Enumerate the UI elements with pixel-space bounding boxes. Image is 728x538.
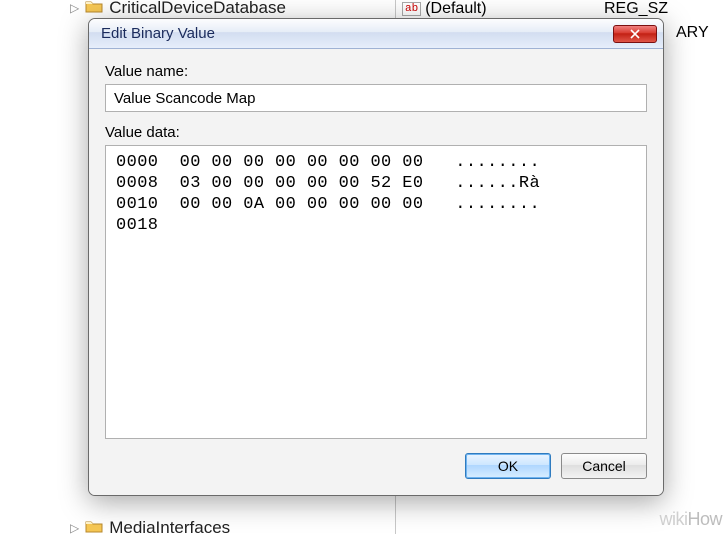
watermark: wikiHow — [659, 509, 722, 530]
dialog-button-row: OK Cancel — [105, 453, 647, 479]
close-button[interactable] — [613, 25, 657, 43]
folder-icon — [85, 518, 103, 538]
list-value-default[interactable]: ab (Default) — [402, 0, 487, 18]
close-icon — [630, 29, 640, 39]
value-data-label: Value data: — [105, 124, 647, 141]
chevron-right-icon: ▷ — [70, 1, 79, 15]
tree-label: CriticalDeviceDatabase — [109, 0, 286, 18]
list-cell-text: (Default) — [425, 0, 486, 18]
ok-button[interactable]: OK — [465, 453, 551, 479]
edit-binary-dialog: Edit Binary Value Value name: Value Scan… — [88, 18, 664, 496]
cancel-button[interactable]: Cancel — [561, 453, 647, 479]
list-type-cell: REG_SZ — [604, 0, 668, 18]
folder-icon — [85, 0, 103, 18]
list-type-partial: ARY — [676, 24, 709, 42]
value-name-label: Value name: — [105, 63, 647, 80]
value-name-field[interactable]: Value Scancode Map — [105, 84, 647, 112]
tree-label: MediaInterfaces — [109, 518, 230, 538]
chevron-right-icon: ▷ — [70, 521, 79, 535]
tree-node-media[interactable]: ▷ MediaInterfaces — [70, 518, 230, 538]
string-value-icon: ab — [402, 2, 421, 16]
dialog-body: Value name: Value Scancode Map Value dat… — [89, 49, 663, 495]
value-name-text: Value Scancode Map — [114, 90, 255, 107]
value-data-hex-editor[interactable]: 0000 00 00 00 00 00 00 00 00 ........ 00… — [105, 145, 647, 439]
dialog-titlebar[interactable]: Edit Binary Value — [89, 19, 663, 49]
tree-node-critical[interactable]: ▷ CriticalDeviceDatabase — [70, 0, 286, 18]
dialog-title: Edit Binary Value — [101, 25, 613, 42]
